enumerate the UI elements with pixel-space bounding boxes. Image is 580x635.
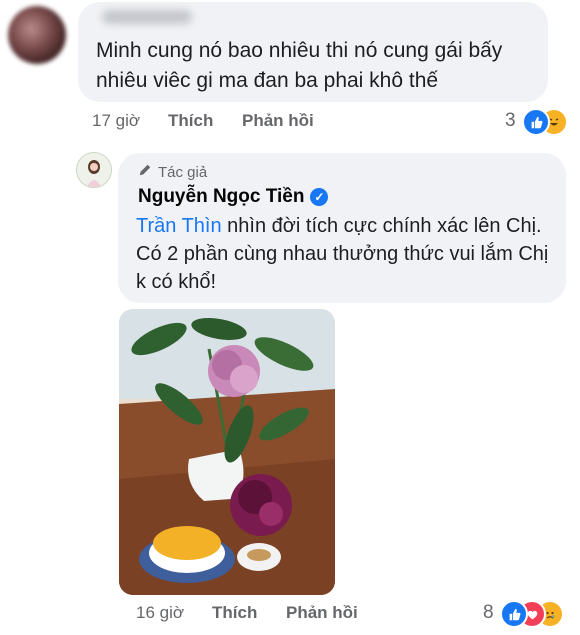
like-icon [522,108,550,136]
comment-photo[interactable] [119,309,335,595]
comment-time[interactable]: 17 giờ [92,111,140,131]
mention-link[interactable]: Trần Thìn [136,215,222,237]
reply-time[interactable]: 16 giờ [136,603,184,623]
author-avatar[interactable] [76,152,112,188]
commenter-name-blurred[interactable] [102,10,192,24]
reaction-count[interactable]: 3 [505,110,516,132]
reply-link[interactable]: Phản hồi [242,111,314,131]
author-name[interactable]: Nguyễn Ngọc Tiền ✓ [138,186,329,208]
pencil-icon [138,163,152,181]
reply-text: Trần Thìn nhìn đời tích cực chính xác lê… [136,212,556,296]
commenter-avatar[interactable] [8,6,66,64]
author-tag: Tác giả [138,163,207,181]
verified-icon: ✓ [310,188,329,206]
like-link[interactable]: Thích [212,603,257,623]
reply-link[interactable]: Phản hồi [286,603,358,623]
comment-text: Minh cung nó bao nhiêu thi nó cung gái b… [96,39,503,92]
reaction-icons[interactable] [500,600,576,628]
reaction-icons[interactable] [522,108,574,136]
like-link[interactable]: Thích [168,111,213,131]
author-tag-label: Tác giả [158,163,208,181]
reaction-count[interactable]: 8 [483,602,494,624]
author-name-text[interactable]: Nguyễn Ngọc Tiền [138,186,304,208]
like-icon [500,600,528,628]
